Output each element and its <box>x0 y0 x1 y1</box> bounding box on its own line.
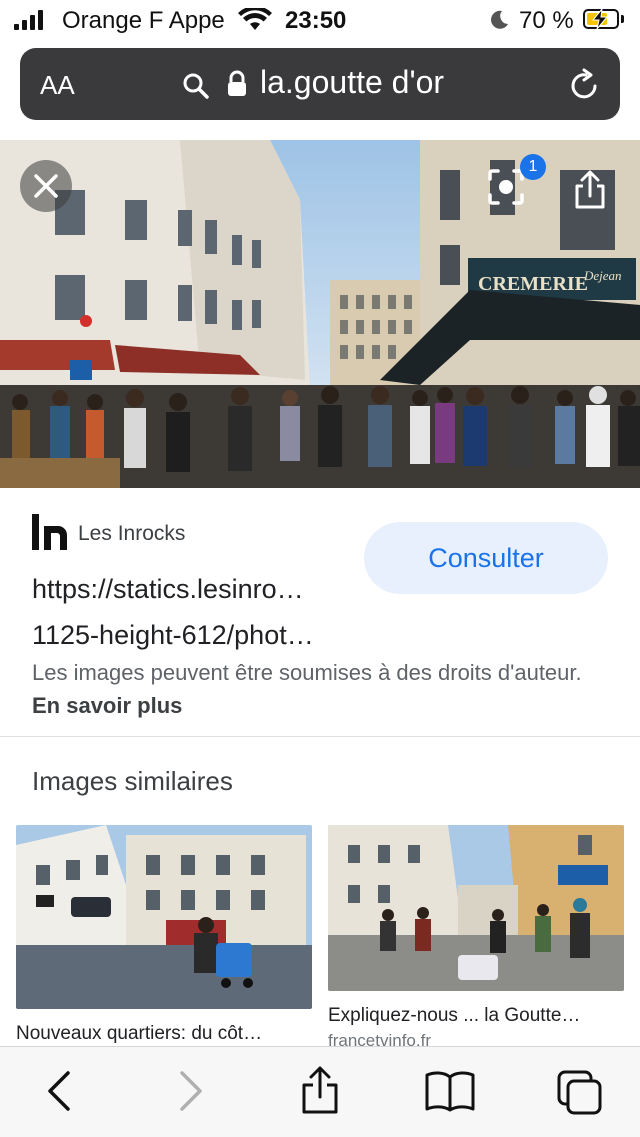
battery-percent: 70 % <box>519 7 574 34</box>
search-icon <box>183 73 209 99</box>
source-url[interactable]: https://statics.lesinro… 1125-height-612… <box>32 566 342 658</box>
consult-button[interactable]: Consulter <box>364 522 608 594</box>
close-button[interactable] <box>20 160 72 212</box>
text-size-button[interactable]: AA <box>40 70 75 101</box>
lens-badge: 1 <box>520 154 546 180</box>
learn-more-link[interactable]: En savoir plus <box>32 693 182 718</box>
battery-nub <box>621 15 624 23</box>
reload-icon[interactable] <box>568 68 602 102</box>
share-icon[interactable] <box>300 1065 340 1115</box>
clock: 23:50 <box>285 7 347 34</box>
similar-image-card[interactable]: Expliquez-nous ... la Goutte… francetvin… <box>328 825 624 1051</box>
shop-sign-sub: Dejean <box>583 268 622 283</box>
close-icon <box>34 174 58 198</box>
address-bar[interactable]: AA la.goutte d'or <box>20 48 620 120</box>
main-image[interactable]: CREMERIE Dejean <box>0 140 640 488</box>
bookmarks-icon[interactable] <box>424 1069 476 1113</box>
source-name: Les Inrocks <box>78 522 186 545</box>
status-bar: Orange F Appe 23:50 70 % <box>0 0 640 40</box>
share-icon[interactable] <box>572 170 608 210</box>
lock-icon <box>228 70 246 96</box>
signal-icon <box>14 10 43 30</box>
moon-icon <box>491 10 508 29</box>
similar-image-thumbnail[interactable] <box>328 825 624 991</box>
shop-sign: CREMERIE <box>478 273 588 295</box>
forward-icon[interactable] <box>176 1069 206 1113</box>
tabs-icon[interactable] <box>556 1069 604 1117</box>
address-text[interactable]: la.goutte d'or <box>260 64 444 101</box>
similar-image-caption[interactable]: Expliquez-nous ... la Goutte… <box>328 1005 624 1027</box>
charging-bolt-icon <box>591 8 609 30</box>
copyright-notice: Les images peuvent être soumises à des d… <box>32 660 582 718</box>
carrier-name: Orange F Appe <box>62 7 225 34</box>
similar-image-thumbnail[interactable] <box>16 825 312 1009</box>
wifi-icon <box>238 8 272 30</box>
similar-images-title: Images similaires <box>32 766 233 796</box>
similar-image-card[interactable]: Nouveaux quartiers: du côt… <box>16 825 312 1045</box>
bottom-toolbar <box>0 1046 640 1137</box>
source-logo <box>32 514 67 550</box>
back-icon[interactable] <box>44 1069 74 1113</box>
similar-image-caption[interactable]: Nouveaux quartiers: du côt… <box>16 1023 312 1045</box>
divider <box>0 736 640 737</box>
